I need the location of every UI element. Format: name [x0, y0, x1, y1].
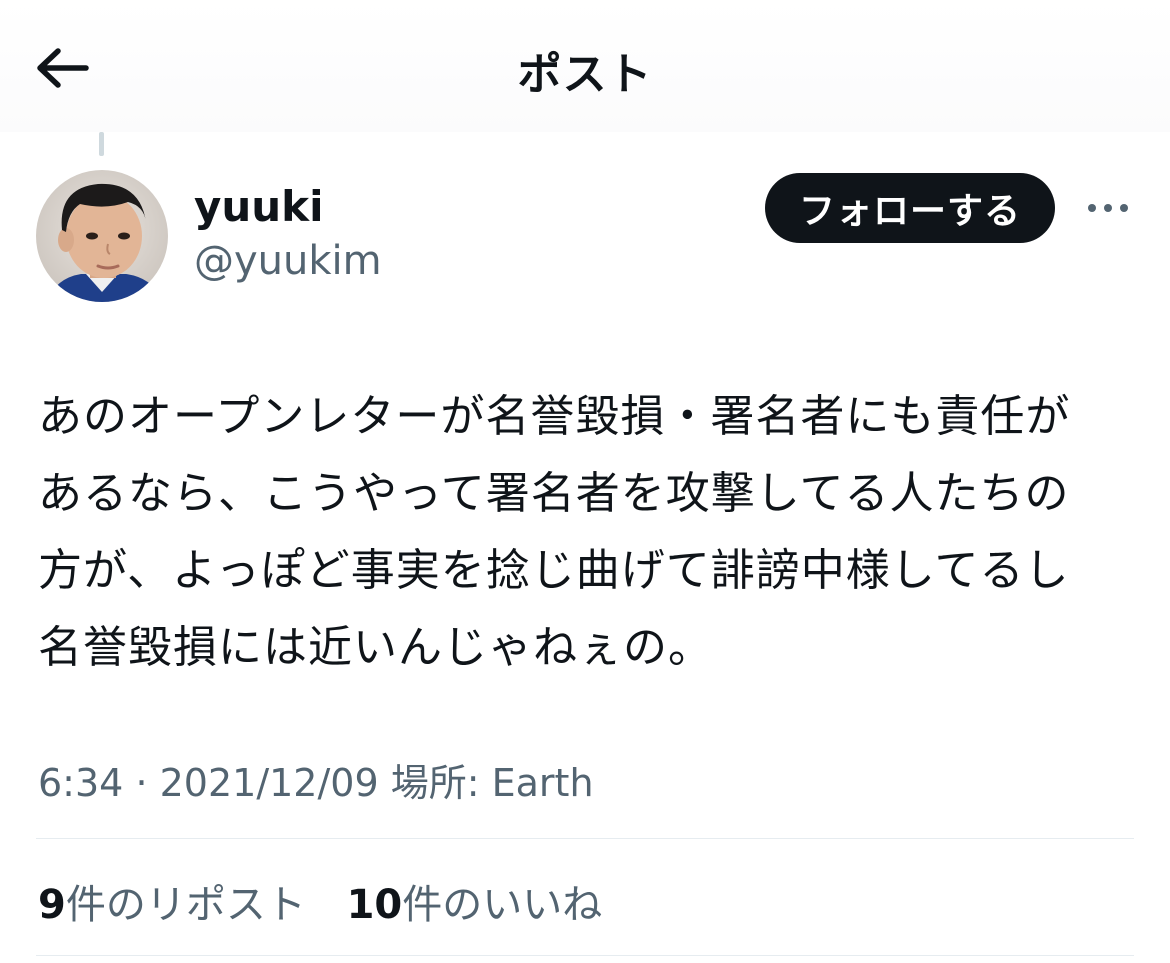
post-time[interactable]: 6:34: [38, 761, 123, 805]
avatar[interactable]: [36, 170, 168, 302]
thread-connector-line: [99, 132, 104, 156]
like-label: 件のいいね: [402, 882, 603, 928]
author-handle[interactable]: @yuukim: [194, 238, 382, 284]
post-text-line: あのオープンレターが名誉毀損・署名者にも責任が: [38, 391, 1071, 442]
post-location: 場所: Earth: [390, 761, 594, 805]
post-meta: 6:34 · 2021/12/09 場所: Earth: [38, 752, 594, 807]
follow-button[interactable]: フォローする: [765, 173, 1055, 243]
post-text-line: 方が、よっぽど事実を捻じ曲げて誹謗中様してるし: [38, 545, 1070, 596]
repost-count-link[interactable]: 9件のリポスト: [38, 872, 306, 930]
more-horizontal-icon: [1088, 204, 1128, 212]
post-text-line: あるなら、こうやって署名者を攻撃してる人たちの: [38, 468, 1070, 519]
meta-separator: ·: [135, 761, 148, 805]
divider: [36, 838, 1134, 839]
repost-label: 件のリポスト: [65, 882, 306, 928]
post-text-line: 名誉毀損には近いんじゃねぇの。: [38, 622, 713, 673]
divider: [36, 955, 1134, 956]
post-date[interactable]: 2021/12/09: [160, 761, 379, 805]
more-button[interactable]: [1080, 188, 1136, 228]
like-count: 10: [346, 882, 403, 928]
top-bar: ポスト: [0, 0, 1170, 132]
repost-count: 9: [38, 882, 66, 928]
post-detail-page: ポスト yuuki @yuukim フォローする あのオープンレターが名誉毀損・…: [0, 0, 1170, 963]
engagement-stats: 9件のリポスト 10件のいいね: [38, 872, 630, 930]
post-body: あのオープンレターが名誉毀損・署名者にも責任が あるなら、こうやって署名者を攻撃…: [38, 378, 1148, 686]
avatar-photo: [36, 170, 168, 302]
like-count-link[interactable]: 10件のいいね: [347, 872, 603, 930]
page-title: ポスト: [517, 49, 653, 100]
author-display-name[interactable]: yuuki: [194, 182, 324, 231]
